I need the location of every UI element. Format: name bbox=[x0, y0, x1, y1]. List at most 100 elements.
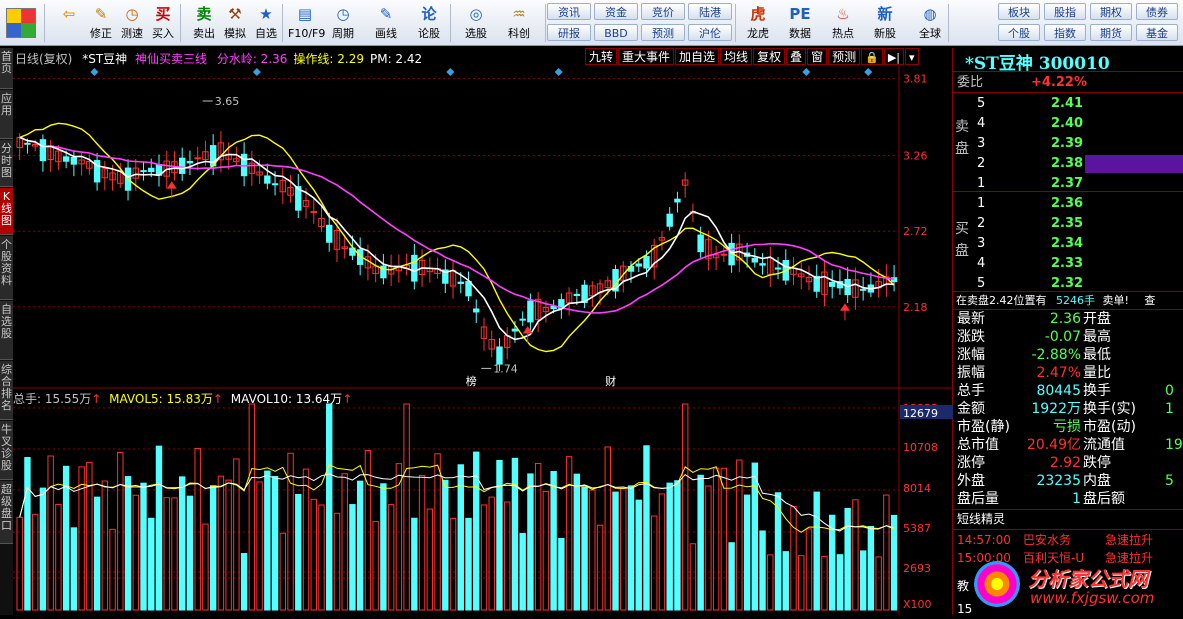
left-tab-0[interactable]: 首页 bbox=[0, 48, 13, 89]
left-tab-7[interactable]: 牛叉诊股 bbox=[0, 421, 13, 480]
toolbar-f10-button[interactable]: ▤ F10/F9 bbox=[288, 2, 325, 44]
candle-body bbox=[859, 288, 867, 291]
candle-body bbox=[271, 183, 279, 186]
toolbar-back-button[interactable]: ⇦ bbox=[52, 2, 86, 44]
buy-level-4[interactable]: 4 bbox=[977, 255, 985, 272]
chart-menu-3[interactable]: 均线 bbox=[720, 48, 753, 65]
market-button-1-2[interactable]: 期货 bbox=[1090, 24, 1132, 41]
toolbar-alarm-button[interactable]: ◷ 测速 bbox=[115, 2, 149, 44]
kline-chart[interactable]: 3.813.262.722.18133351267910708801453872… bbox=[13, 48, 953, 615]
chart-menu-5[interactable]: 叠 bbox=[786, 48, 807, 65]
arrow-right-icon[interactable]: ▶| bbox=[883, 48, 904, 65]
sell-level-4[interactable]: 4 bbox=[977, 115, 985, 132]
volume-bar bbox=[519, 532, 526, 611]
market-button-0-1[interactable]: 股指 bbox=[1044, 3, 1086, 20]
quick-button-0-3[interactable]: 陆港 bbox=[688, 3, 732, 20]
stat-0-1: 2.36 bbox=[1049, 311, 1081, 327]
quick-button-0-0[interactable]: 资讯 bbox=[547, 3, 591, 20]
market-button-0-0[interactable]: 板块 bbox=[998, 3, 1040, 20]
stat-10-0: 盘后量 bbox=[957, 491, 999, 507]
toolbar-discuss-button[interactable]: 论论股 bbox=[412, 2, 446, 44]
chart-menu-0[interactable]: 九转 bbox=[585, 48, 618, 65]
left-tab-1[interactable]: 应用 bbox=[0, 90, 13, 139]
toolbar-select-button[interactable]: ◎ 选股 bbox=[459, 2, 493, 44]
quick-button-0-2[interactable]: 竞价 bbox=[641, 3, 685, 20]
event-tag[interactable]: 榜 bbox=[466, 374, 477, 388]
buy-level-3[interactable]: 3 bbox=[977, 235, 985, 252]
toolbar-global-button[interactable]: ◍ 全球 bbox=[913, 2, 947, 44]
sell2-highlight bbox=[1085, 155, 1183, 173]
jingling-title[interactable]: 短线精灵 bbox=[957, 511, 1005, 528]
sell-level-1[interactable]: 1 bbox=[977, 175, 985, 192]
chart-menu-4[interactable]: 复权 bbox=[753, 48, 786, 65]
market-button-1-0[interactable]: 个股 bbox=[998, 24, 1040, 41]
sell-level-3[interactable]: 3 bbox=[977, 135, 985, 152]
left-tab-3[interactable]: K线图 bbox=[0, 188, 13, 235]
market-button-1-3[interactable]: 基金 bbox=[1136, 24, 1178, 41]
volume-bar bbox=[31, 513, 39, 611]
draw-label: 画线 bbox=[375, 27, 397, 40]
volume-bar bbox=[674, 480, 681, 611]
event-tag[interactable]: 财 bbox=[605, 374, 616, 388]
chart-menu-7[interactable]: 预测 bbox=[828, 48, 861, 65]
quick-button-1-1[interactable]: BBD bbox=[594, 24, 638, 41]
toolbar-separator bbox=[450, 4, 451, 42]
buy-side-label: 买盘 bbox=[955, 221, 969, 259]
left-tab-2[interactable]: 分时图 bbox=[0, 140, 13, 187]
buy-level-1[interactable]: 1 bbox=[977, 195, 985, 212]
quick-button-0-1[interactable]: 资金 bbox=[594, 3, 638, 20]
chart-menu-1[interactable]: 重大事件 bbox=[618, 48, 675, 65]
signal-diamond-icon bbox=[252, 68, 261, 76]
volume-bar bbox=[805, 528, 813, 611]
volume-bar bbox=[349, 504, 356, 611]
market-button-0-3[interactable]: 债券 bbox=[1136, 3, 1178, 20]
volume-bar bbox=[256, 481, 263, 611]
toolbar-kechuang-button[interactable]: ♒ 科创 bbox=[502, 2, 536, 44]
toolbar-simulate-button[interactable]: ⚒ 模拟 bbox=[218, 2, 252, 44]
app-logo-icon[interactable] bbox=[6, 8, 36, 38]
jingling-0-2[interactable]: 急速拉升 bbox=[1105, 532, 1153, 549]
left-tab-4[interactable]: 个股资料 bbox=[0, 236, 13, 300]
candle-body bbox=[511, 328, 519, 332]
jingling-0-1[interactable]: 巴安水务 bbox=[1023, 532, 1071, 549]
toolbar-buy-button[interactable]: 买买入 bbox=[146, 2, 180, 44]
toolbar-draw-button[interactable]: ✎ 画线 bbox=[369, 2, 403, 44]
simulate-label: 模拟 bbox=[224, 27, 246, 40]
toolbar-longhu-button[interactable]: 虎龙虎 bbox=[741, 2, 775, 44]
stat-1-2: 最高 bbox=[1083, 329, 1111, 345]
volume-total: 总手: 15.55万 bbox=[13, 392, 92, 406]
volume-bar bbox=[643, 445, 650, 611]
f10-icon: ▤ bbox=[297, 5, 313, 23]
toolbar-hot-button[interactable]: ♨ 热点 bbox=[826, 2, 860, 44]
left-tab-8[interactable]: 超级盘口 bbox=[0, 481, 13, 544]
watermark: 分析家公式网 www.fxjgsw.com bbox=[958, 555, 1183, 611]
chart-menu-2[interactable]: 加自选 bbox=[675, 48, 720, 65]
quick-button-1-0[interactable]: 研报 bbox=[547, 24, 591, 41]
buy-level-5[interactable]: 5 bbox=[977, 275, 985, 292]
toolbar-period-button[interactable]: ◷ 周期 bbox=[326, 2, 360, 44]
jingling-0-0[interactable]: 14:57:00 bbox=[957, 532, 1011, 549]
quick-button-1-3[interactable]: 沪伦 bbox=[688, 24, 732, 41]
sell-level-2[interactable]: 2 bbox=[977, 155, 985, 172]
market-button-1-1[interactable]: 指数 bbox=[1044, 24, 1086, 41]
left-tab-5[interactable]: 自选股 bbox=[0, 301, 13, 360]
sell-level-5[interactable]: 5 bbox=[977, 95, 985, 112]
toolbar-favorites-button[interactable]: ★ 自选 bbox=[249, 2, 283, 44]
period-label[interactable]: 日线(复权) bbox=[15, 52, 72, 66]
toolbar-modify-button[interactable]: ✎ 修正 bbox=[84, 2, 118, 44]
quick-button-1-2[interactable]: 预测 bbox=[641, 24, 685, 41]
toolbar-newstock-button[interactable]: 新新股 bbox=[868, 2, 902, 44]
lock-icon[interactable]: 🔒 bbox=[861, 48, 883, 65]
draw-icon: ✎ bbox=[379, 5, 393, 23]
toolbar-data-button[interactable]: PE 数据 bbox=[783, 2, 817, 44]
indicator-name[interactable]: 神仙买卖三线 bbox=[135, 52, 207, 66]
dropdown-icon[interactable]: ▾ bbox=[905, 48, 919, 65]
volume-bar bbox=[209, 485, 217, 611]
left-tab-6[interactable]: 综合排名 bbox=[0, 361, 13, 420]
chart-menu-6[interactable]: 窗 bbox=[807, 48, 828, 65]
market-button-0-2[interactable]: 期权 bbox=[1090, 3, 1132, 20]
stat-6-2: 市盈(动) bbox=[1083, 419, 1136, 435]
volume-tick-label: 12679 bbox=[903, 407, 938, 420]
toolbar-sell-button[interactable]: 卖卖出 bbox=[187, 2, 221, 44]
buy-level-2[interactable]: 2 bbox=[977, 215, 985, 232]
